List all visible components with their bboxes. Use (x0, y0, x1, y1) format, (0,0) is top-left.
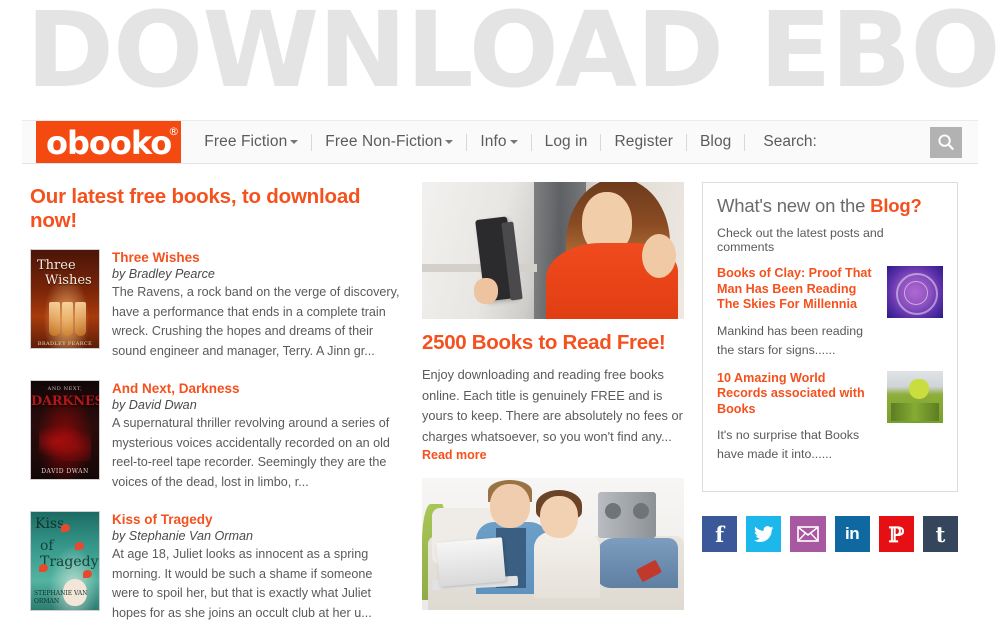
nav-item-free-fiction[interactable]: Free Fiction (191, 133, 311, 151)
book-author: by Bradley Pearce (112, 267, 215, 281)
search-button[interactable] (930, 126, 962, 158)
hero-image-couple-on-sofa[interactable]: couple-on-sofa-with-laptop-photo (422, 478, 684, 610)
chevron-down-icon (290, 139, 299, 144)
thumbnail-alt-text: world-records-books-thumbnail (887, 371, 888, 372)
blog-post-text: Books of Clay: Proof That Man Has Been R… (717, 266, 887, 360)
search-icon (938, 134, 954, 150)
nav-item-free-non-fiction[interactable]: Free Non-Fiction (312, 133, 466, 151)
facebook-icon[interactable]: f (702, 516, 738, 552)
cover-title-line-2: of Tragedy (40, 538, 99, 570)
linkedin-glyph: in (845, 524, 860, 543)
blog-post-excerpt: It's no surprise that Books have made it… (717, 428, 860, 461)
blog-panel-heading: What's new on the Blog? (717, 195, 943, 217)
latest-books-column: Our latest free books, to download now! … (30, 172, 402, 642)
nav-item-log-in[interactable]: Log in (532, 133, 601, 151)
book-description: A supernatural thriller revolving around… (112, 416, 390, 489)
thumbnail-alt-text: zodiac-disc-thumbnail (887, 266, 888, 267)
list-item[interactable]: 10 Amazing World Records associated with… (717, 370, 943, 465)
cover-title-line-2: Wishes (45, 273, 92, 288)
social-share-row: f in ℙ t (702, 516, 959, 552)
cover-title-line-1: Kiss (35, 516, 65, 532)
book-info: And Next, Darkness by David Dwan A super… (112, 380, 402, 492)
feature-body-text: Enjoy downloading and reading free books… (422, 367, 683, 444)
book-info: Kiss of Tragedy by Stephanie Van Orman A… (112, 511, 402, 623)
blog-panel-subtitle: Check out the latest posts and comments (717, 226, 884, 254)
nav-item-info-label: Info (480, 133, 507, 150)
logo-text: obooko (46, 124, 172, 162)
book-title-link[interactable]: And Next, Darkness (112, 380, 402, 397)
twitter-bird-icon (753, 525, 774, 542)
envelope-icon (797, 526, 819, 542)
hero-image-woman-reading-tablet[interactable]: woman-reading-tablet-photo (422, 182, 684, 319)
nav-item-register[interactable]: Register (601, 133, 686, 151)
blog-panel: What's new on the Blog? Check out the la… (702, 182, 958, 492)
list-item[interactable]: Books of Clay: Proof That Man Has Been R… (717, 266, 943, 360)
cover-byline: BRADLEY PEARCE (37, 341, 93, 347)
book-author: by Stephanie Van Orman (112, 529, 253, 543)
book-cover-three-wishes[interactable]: Three Wishes BRADLEY PEARCE (30, 249, 100, 349)
page-banner: DOWNLOAD EBOOKS (0, 0, 1000, 112)
pinterest-glyph: ℙ (888, 521, 905, 547)
main-content: Our latest free books, to download now! … (0, 172, 1000, 620)
chevron-down-icon (509, 139, 518, 144)
book-description: The Ravens, a rock band on the verge of … (112, 285, 400, 358)
cover-title-line-1: AND NEXT, (47, 386, 83, 392)
cover-byline: STEPHANIE VAN ORMAN (34, 590, 88, 605)
twitter-icon[interactable] (746, 516, 782, 552)
blog-heading-prefix: What's new on the (717, 195, 871, 216)
book-title-link[interactable]: Three Wishes (112, 249, 402, 266)
nav-item-info[interactable]: Info (467, 133, 530, 151)
tumblr-icon[interactable]: t (922, 516, 959, 552)
cover-title-line-1: Three (37, 258, 76, 273)
blog-post-thumbnail-world-records[interactable]: world-records-books-thumbnail (887, 370, 943, 423)
linkedin-icon[interactable]: in (834, 516, 870, 552)
book-author: by David Dwan (112, 398, 197, 412)
obooko-logo[interactable]: obooko ® (36, 121, 182, 163)
book-cover-and-next-darkness[interactable]: AND NEXT, DARKNESS DAVID DWAN (30, 380, 100, 480)
feature-title: 2500 Books to Read Free! (422, 331, 666, 354)
cover-byline: DAVID DWAN (41, 468, 89, 475)
email-icon[interactable] (790, 516, 826, 552)
feature-column: woman-reading-tablet-photo 2500 Books to… (422, 182, 684, 610)
book-description: At age 18, Juliet looks as innocent as a… (112, 547, 373, 620)
facebook-glyph: f (715, 521, 725, 547)
book-cover-kiss-of-tragedy[interactable]: Kiss of Tragedy STEPHANIE VAN ORMAN (30, 511, 100, 611)
nav-item-blog[interactable]: Blog (687, 133, 744, 151)
book-info: Three Wishes by Bradley Pearce The Raven… (112, 249, 402, 361)
blog-post-text: 10 Amazing World Records associated with… (717, 371, 887, 465)
list-item[interactable]: Three Wishes BRADLEY PEARCE Three Wishes… (30, 249, 402, 361)
blog-post-excerpt: Mankind has been reading the stars for s… (717, 323, 864, 357)
blog-post-thumbnail-zodiac[interactable]: zodiac-disc-thumbnail (887, 266, 943, 318)
book-title-link[interactable]: Kiss of Tragedy (112, 511, 402, 528)
list-item[interactable]: Kiss of Tragedy STEPHANIE VAN ORMAN Kiss… (30, 511, 402, 623)
blog-column: What's new on the Blog? Check out the la… (702, 182, 959, 552)
search-label: Search: (763, 133, 817, 150)
nav-item-free-non-fiction-label: Free Non-Fiction (325, 133, 443, 150)
chevron-down-icon (445, 139, 454, 144)
blog-post-title-link[interactable]: Books of Clay: Proof That Man Has Been R… (717, 266, 878, 313)
tumblr-glyph: t (935, 521, 946, 547)
cover-title-line-2: DARKNESS (31, 394, 99, 409)
nav-items: Free Fiction Free Non-Fiction Info Log i… (191, 133, 930, 151)
list-item[interactable]: AND NEXT, DARKNESS DAVID DWAN And Next, … (30, 380, 402, 492)
main-navigation-bar: obooko ® Free Fiction Free Non-Fiction I… (22, 120, 978, 164)
pinterest-icon[interactable]: ℙ (878, 516, 914, 552)
page-title: Our latest free books, to download now! (30, 185, 361, 232)
blog-heading-accent: Blog? (870, 195, 922, 216)
blog-post-title-link[interactable]: 10 Amazing World Records associated with… (717, 371, 878, 418)
registered-trademark-icon: ® (168, 125, 179, 138)
banner-wordmark: DOWNLOAD EBOOKS (26, 0, 1000, 111)
read-more-link[interactable]: Read more (422, 448, 684, 462)
nav-item-free-fiction-label: Free Fiction (204, 133, 288, 150)
